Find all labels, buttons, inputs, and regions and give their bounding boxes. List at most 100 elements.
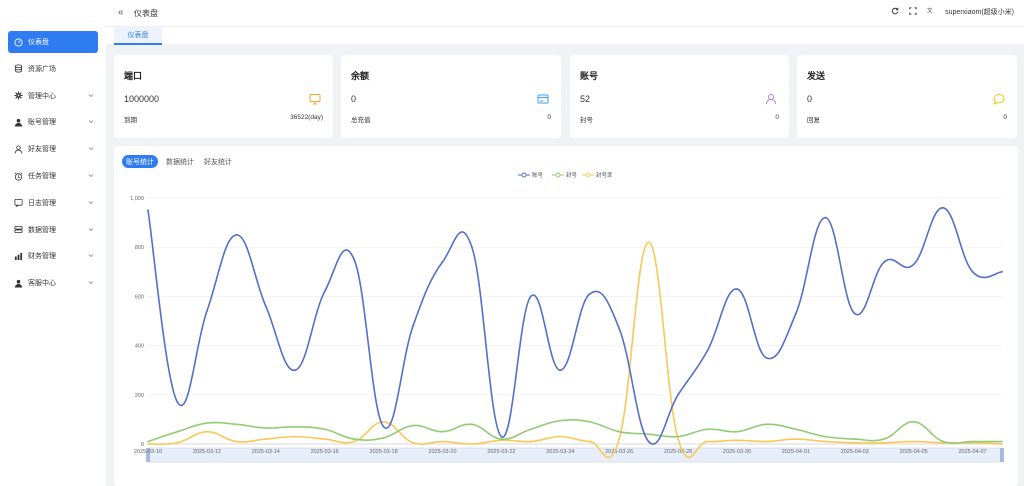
collapse-sidebar-button[interactable]: « [118, 7, 124, 18]
data-point [205, 430, 208, 433]
data-point [912, 440, 915, 443]
data-point [500, 438, 503, 440]
stat-card-foot-value: 0 [1003, 114, 1007, 121]
data-point [853, 312, 856, 315]
top-header: « 仪表盘 文 superxiaom(超级小米) [106, 0, 1024, 26]
zoom-handle-right[interactable] [1000, 448, 1004, 462]
x-tick-label: 2025-03-18 [370, 449, 398, 455]
data-point [294, 435, 297, 438]
data-point [706, 349, 709, 352]
data-point [971, 270, 974, 273]
data-point [441, 261, 444, 263]
data-point [176, 441, 179, 444]
sidebar-item[interactable]: 仪表盘 [8, 31, 98, 53]
stat-card-foot-value: 0 [775, 114, 779, 121]
finance-icon [14, 252, 23, 261]
sidebar-item[interactable]: 日志管理 [8, 192, 98, 214]
x-tick-label: 2025-03-16 [311, 449, 339, 455]
data-point [824, 440, 827, 443]
stat-card-value: 0 [807, 94, 813, 104]
data-point [264, 427, 267, 429]
stat-card-value: 1000000 [124, 94, 160, 104]
data-point [471, 423, 473, 426]
sidebar-item[interactable]: 数据管理 [8, 219, 98, 241]
sidebar-item[interactable]: 账号管理 [8, 111, 98, 133]
fullscreen-icon[interactable] [909, 7, 917, 17]
data-point [559, 435, 562, 438]
y-tick-label: 600 [135, 294, 144, 300]
data-point [647, 241, 650, 244]
x-tick-label: 2025-03-30 [723, 449, 751, 455]
stat-card-foot-value: 36522(day) [290, 114, 323, 121]
y-tick-label: 200 [135, 393, 144, 399]
sidebar-item[interactable]: 任务管理 [8, 165, 98, 187]
data-point [794, 438, 797, 440]
data-point [677, 393, 679, 396]
data-point [205, 422, 208, 424]
series-line [147, 207, 1003, 445]
chevron-down-icon [88, 199, 94, 205]
sidebar-item-label: 任务管理 [28, 173, 56, 180]
data-point [559, 369, 562, 372]
data-point [794, 312, 797, 315]
data-point [1001, 270, 1003, 273]
data-point [353, 440, 356, 443]
data-point [176, 401, 179, 404]
y-tick-label: 800 [135, 245, 144, 251]
data-point [264, 305, 267, 308]
support-icon [14, 279, 23, 288]
x-tick-label: 2025-03-22 [487, 449, 515, 455]
data-point [824, 216, 827, 219]
x-tick-label: 2025-03-24 [546, 449, 574, 455]
y-tick-label: 1,000 [130, 196, 144, 202]
data-point [971, 440, 974, 443]
tab-dashboard[interactable]: 仪表盘 [114, 27, 162, 45]
data-point [588, 440, 591, 443]
data-point [382, 420, 385, 423]
sidebar-item[interactable]: 资源广场 [8, 58, 98, 80]
data-point [736, 430, 738, 433]
data-point [883, 261, 886, 263]
monitor-icon [309, 93, 321, 105]
stat-card-foot-label: 总充值 [351, 117, 371, 124]
user-menu[interactable]: superxiaom(超级小米) [945, 7, 1014, 17]
user-icon [14, 118, 23, 127]
data-point [912, 420, 915, 423]
sidebar-item-label: 财务管理 [28, 253, 56, 261]
stat-card: 发送 0 回复 0 [797, 55, 1017, 138]
data-point [176, 430, 179, 433]
sidebar-item-label: 管理中心 [28, 92, 56, 100]
gear-icon [14, 91, 23, 100]
stat-card-value: 52 [580, 94, 591, 104]
data-point [382, 425, 385, 428]
refresh-icon[interactable] [891, 7, 899, 17]
stat-card-title: 端口 [124, 71, 143, 81]
data-point [824, 435, 827, 438]
chevron-down-icon [88, 118, 94, 124]
chevron-down-icon [88, 145, 94, 151]
sidebar-item[interactable]: 财务管理 [8, 245, 98, 267]
sidebar-item[interactable]: 客服中心 [8, 272, 98, 294]
data-point [883, 438, 886, 440]
series-line [147, 418, 1002, 445]
data-point [205, 310, 208, 313]
data-point [294, 369, 297, 372]
stat-card-title: 账号 [580, 71, 599, 81]
data-point [529, 428, 532, 431]
clock-icon [14, 171, 23, 181]
data-point [794, 428, 797, 431]
data-point [765, 440, 768, 443]
sidebar-item[interactable]: 好友管理 [8, 138, 98, 160]
stat-card: 端口 1000000 到期 36522(day) [114, 55, 333, 138]
data-point [1001, 440, 1003, 443]
data-point [235, 440, 238, 443]
stat-card-foot-label: 回复 [807, 117, 820, 124]
sidebar-item-label: 账号管理 [28, 119, 56, 127]
stat-card-title: 发送 [807, 71, 826, 81]
translate-icon[interactable]: 文 [927, 7, 935, 17]
chevron-down-icon [88, 252, 94, 258]
sidebar-item[interactable]: 管理中心 [8, 85, 98, 107]
stat-card-foot-label: 封号 [580, 117, 593, 124]
x-tick-label: 2025-03-14 [252, 449, 280, 455]
data-point [294, 425, 297, 428]
